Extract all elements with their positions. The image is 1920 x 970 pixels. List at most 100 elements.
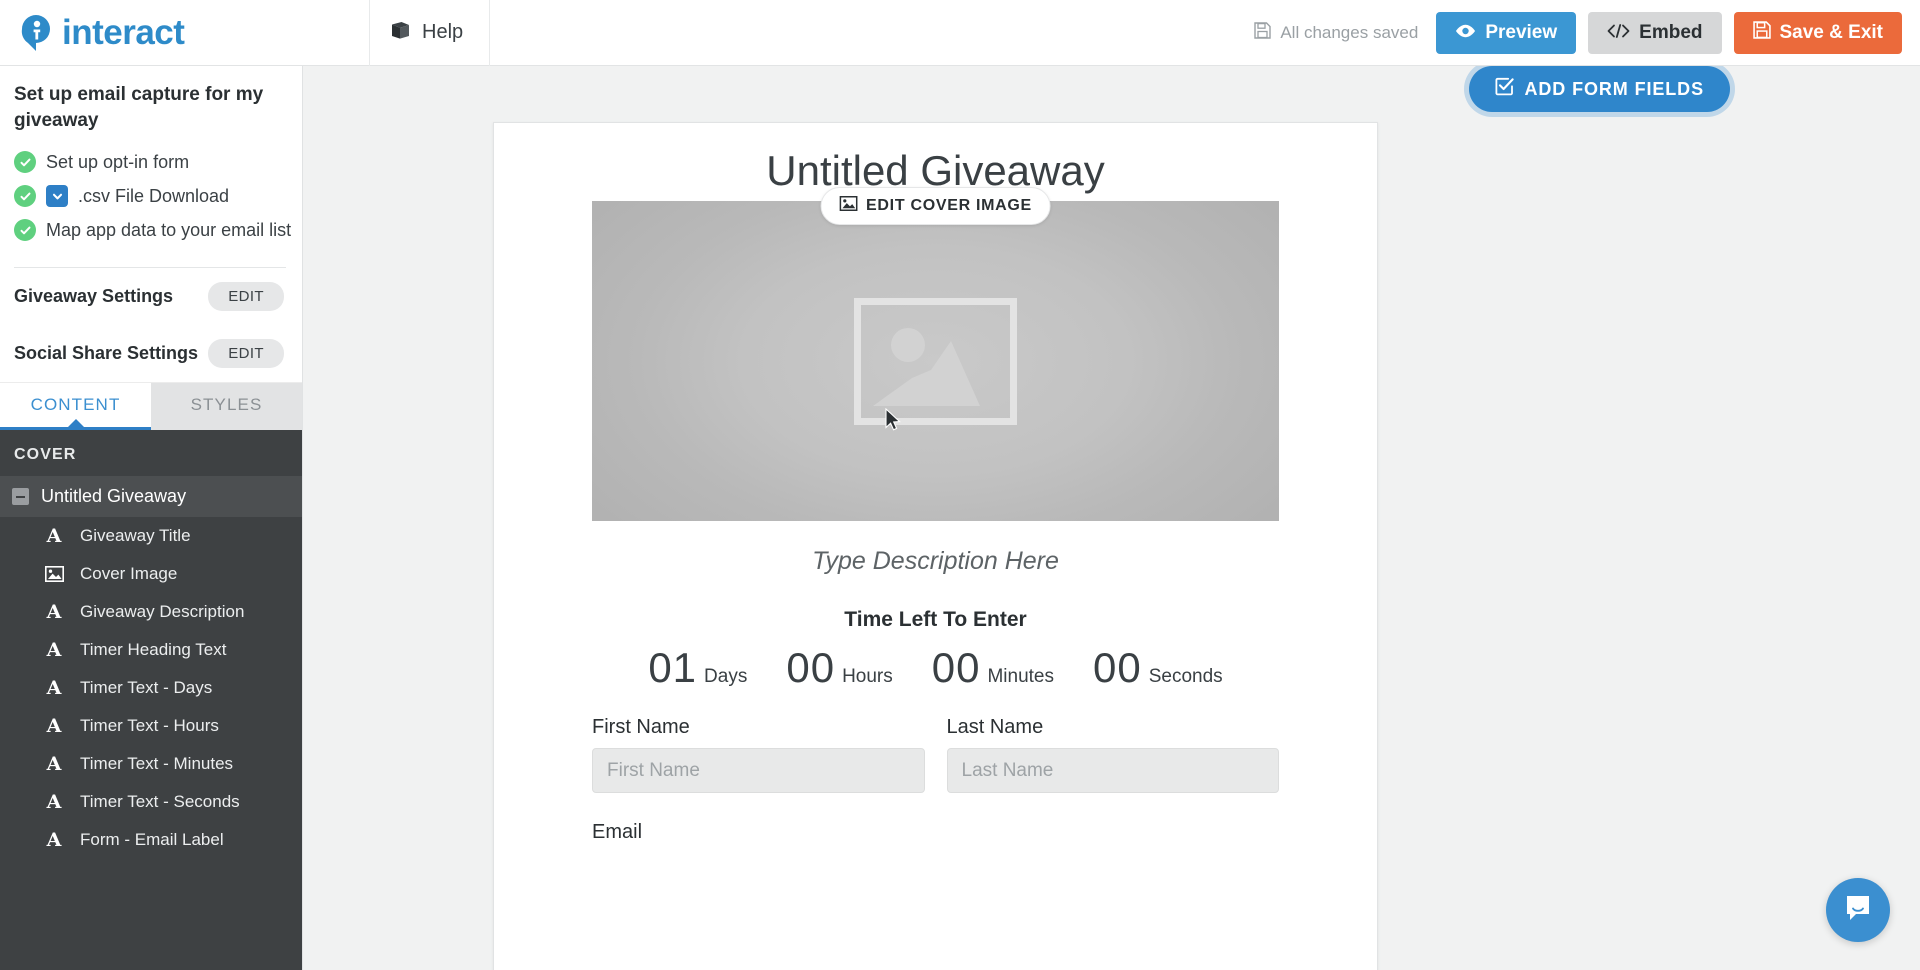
task-label: Set up opt-in form [46,151,190,172]
tree-item-timer-text-hours[interactable]: A Timer Text - Hours [0,707,302,745]
tree-item-label: Timer Text - Days [80,678,213,698]
timer-label-seconds: Seconds [1148,666,1223,687]
edit-giveaway-settings-button[interactable]: EDIT [208,282,284,312]
tree-item-cover-image[interactable]: Cover Image [0,555,302,593]
timer-value-hours: 00 [786,644,836,691]
tree-item-timer-heading-text[interactable]: A Timer Heading Text [0,631,302,669]
timer-label-minutes: Minutes [987,666,1054,687]
csv-checkbox-icon[interactable] [46,185,68,208]
first-name-label: First Name [592,716,690,738]
tree-item-label: Form - Email Label [80,830,224,850]
preview-button[interactable]: Preview [1436,11,1577,54]
save-status: All changes saved [1254,21,1419,44]
editor-canvas: ADD FORM FIELDS Untitled Giveaway EDIT C… [303,66,1920,970]
add-form-fields-button[interactable]: ADD FORM FIELDS [1468,66,1730,112]
timer-label-days: Days [704,666,748,687]
image-placeholder-icon [849,292,1022,430]
timer-unit-seconds[interactable]: 00 Seconds [1093,644,1223,692]
app-root: interact Help All changes saved Preview … [0,0,1920,970]
giveaway-settings-label: Giveaway Settings [14,286,174,307]
text-a-icon: A [46,600,62,623]
text-a-icon: A [46,524,62,547]
countdown-timer: 01 Days 00 Hours 00 Minutes 00 Seconds [494,632,1377,692]
first-name-input[interactable] [592,748,925,793]
timer-unit-days[interactable]: 01 Days [648,644,747,692]
tree-root-label: Untitled Giveaway [41,486,187,507]
tree-item-label: Giveaway Description [80,602,245,622]
tree-item-label: Cover Image [80,564,178,584]
interact-logo-icon [16,13,56,53]
cover-image-wrap: EDIT COVER IMAGE [494,187,1377,521]
task-item[interactable]: Map app data to your email list [14,213,302,247]
tree-item-timer-text-seconds[interactable]: A Timer Text - Seconds [0,783,302,821]
check-circle-icon [14,185,36,208]
save-and-exit-button[interactable]: Save & Exit [1733,11,1902,54]
first-name-field-group: First Name [592,716,925,793]
preview-label: Preview [1485,21,1558,43]
task-label: Map app data to your email list [46,219,292,240]
tree-item-label: Timer Heading Text [80,640,227,660]
save-status-label: All changes saved [1280,22,1419,42]
giveaway-description[interactable]: Type Description Here [494,521,1377,576]
help-label: Help [422,21,464,43]
floppy-disk-icon [1752,20,1771,45]
tree-item-giveaway-description[interactable]: A Giveaway Description [0,593,302,631]
tree-item-timer-text-days[interactable]: A Timer Text - Days [0,669,302,707]
check-circle-icon [14,151,36,174]
intercom-chat-button[interactable] [1826,878,1890,942]
eye-icon [1455,22,1476,44]
brand: interact [0,0,370,66]
task-item[interactable]: Set up opt-in form [14,145,302,179]
embed-label: Embed [1639,21,1703,43]
text-a-icon: A [46,790,62,813]
form-preview-sheet: Untitled Giveaway EDIT COVER IMAGE Type … [493,122,1378,970]
timer-value-seconds: 00 [1093,644,1142,691]
edit-cover-image-label: EDIT COVER IMAGE [866,197,1032,214]
text-a-icon: A [46,714,62,737]
timer-value-minutes: 00 [931,644,981,691]
tree-item-label: Timer Text - Minutes [80,754,234,774]
text-a-icon: A [46,638,62,661]
cover-image[interactable] [592,201,1279,521]
tree-item-giveaway-title[interactable]: A Giveaway Title [0,517,302,555]
tab-content[interactable]: CONTENT [0,383,151,431]
tree-root-untitled-giveaway[interactable]: Untitled Giveaway [0,476,302,518]
timer-heading-text[interactable]: Time Left To Enter [494,576,1377,632]
text-a-icon: A [46,676,62,699]
code-brackets-icon [1607,22,1630,44]
edit-cover-image-button[interactable]: EDIT COVER IMAGE [820,187,1051,225]
timer-value-days: 01 [648,644,698,691]
top-bar: interact Help All changes saved Preview … [0,0,1920,66]
task-label: .csv File Download [78,185,230,206]
task-panel-title: Set up email capture for my giveaway [14,84,264,131]
book-icon [390,21,411,45]
embed-button[interactable]: Embed [1588,11,1722,54]
edit-social-share-settings-button[interactable]: EDIT [208,339,284,369]
left-panel: Set up email capture for my giveaway Set… [0,66,303,970]
name-fields-row: First Name Last Name [494,692,1377,793]
timer-unit-hours[interactable]: 00 Hours [786,644,892,692]
tree-item-timer-text-minutes[interactable]: A Timer Text - Minutes [0,745,302,783]
task-item[interactable]: .csv File Download [14,179,302,213]
check-circle-icon [14,219,36,242]
top-bar-actions: All changes saved Preview Embed Save & E… [1254,11,1920,54]
image-icon [44,566,64,583]
tree-item-label: Giveaway Title [80,526,191,546]
last-name-label: Last Name [946,716,1044,738]
brand-name: interact [62,12,185,52]
add-form-fields-label: ADD FORM FIELDS [1524,78,1704,99]
intercom-chat-icon [1842,892,1874,929]
tab-styles[interactable]: STYLES [151,383,302,431]
add-form-fields-wrap: ADD FORM FIELDS [1468,66,1730,112]
tree-section-header: COVER [14,446,77,464]
collapse-minus-icon[interactable] [12,488,29,506]
tree-item-label: Timer Text - Hours [80,716,219,736]
giveaway-settings-row: Giveaway Settings EDIT [0,268,302,325]
text-a-icon: A [46,828,62,851]
checkbox-checked-icon [1495,77,1514,101]
social-share-settings-label: Social Share Settings [14,343,199,364]
help-button[interactable]: Help [370,0,491,66]
timer-unit-minutes[interactable]: 00 Minutes [932,644,1054,692]
last-name-input[interactable] [946,748,1279,793]
tree-item-form-email-label[interactable]: A Form - Email Label [0,821,302,859]
